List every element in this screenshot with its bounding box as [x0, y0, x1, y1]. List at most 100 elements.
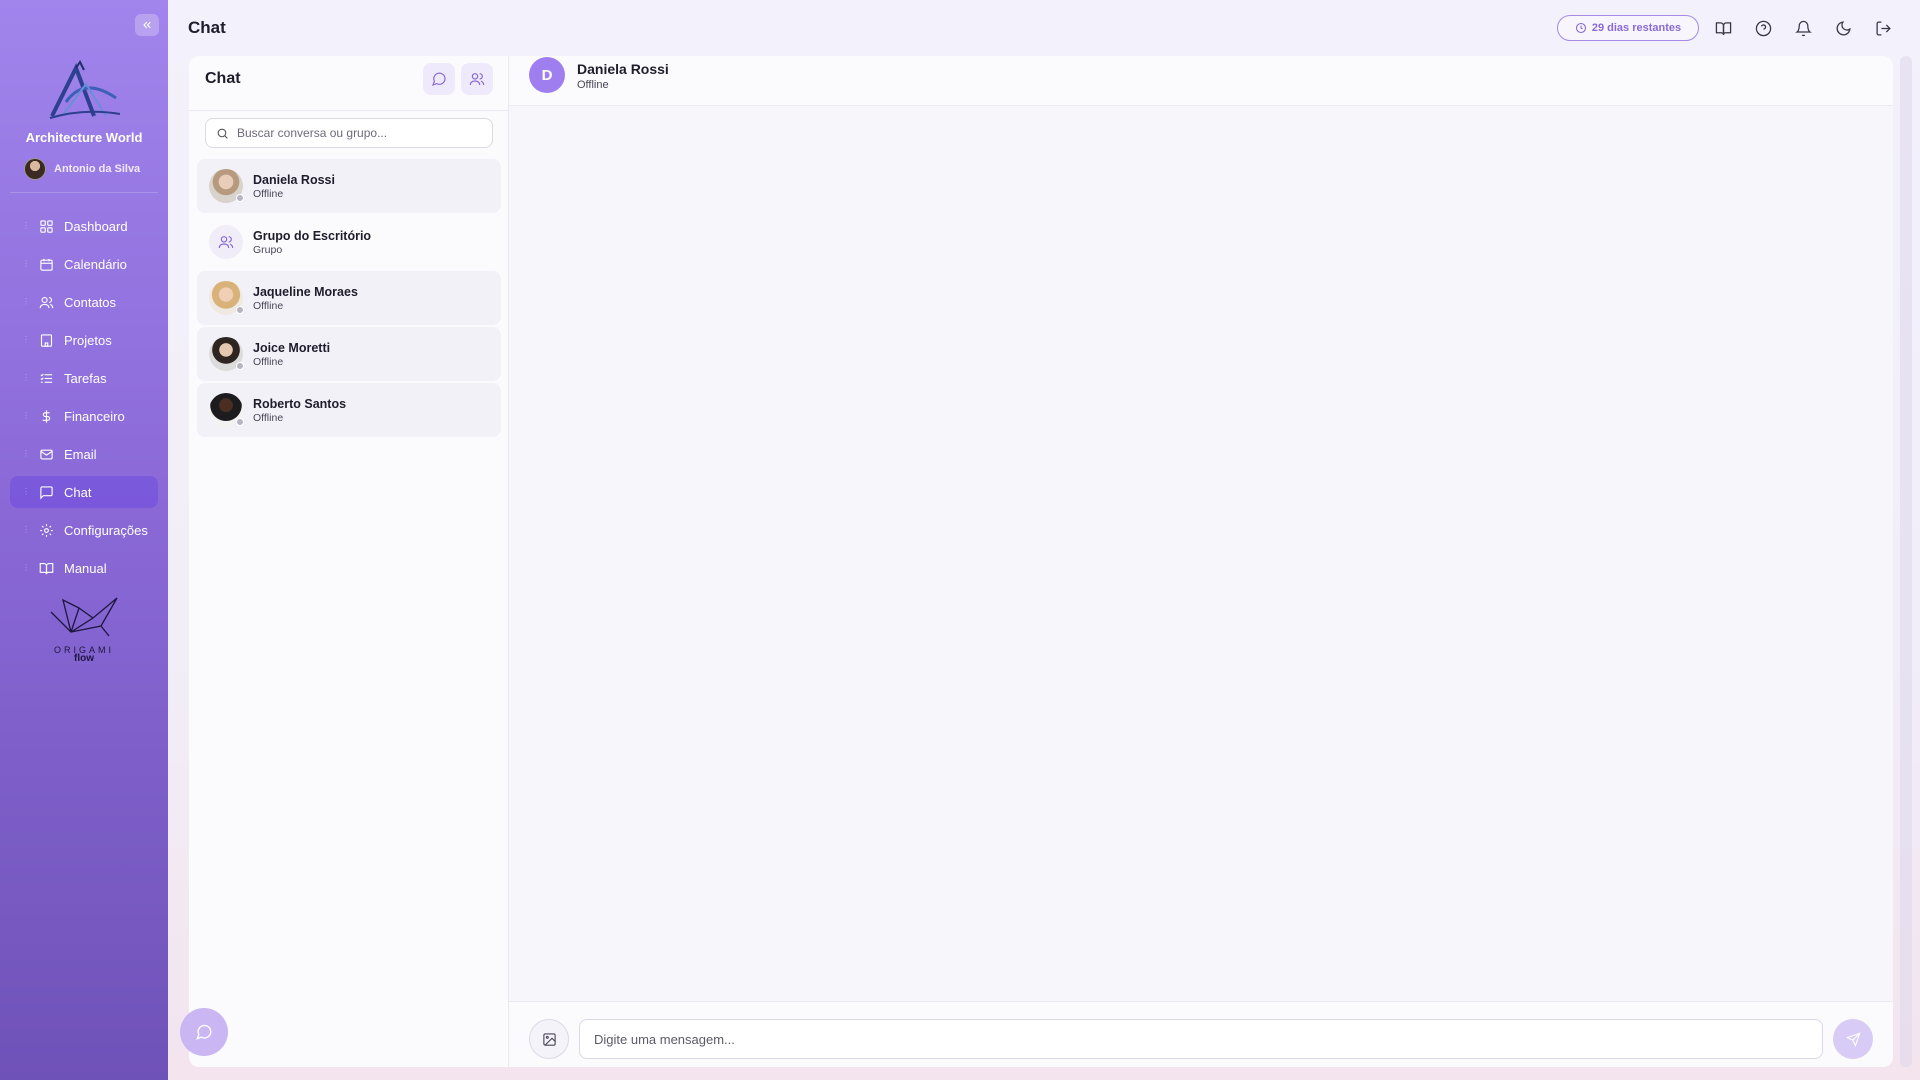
- trial-days-text: 29 dias restantes: [1591, 22, 1682, 34]
- list-icon: [38, 370, 54, 386]
- chat-header: D Daniela Rossi Offline: [509, 56, 1893, 106]
- new-chat-button[interactable]: [423, 63, 455, 95]
- sidebar-divider: [10, 192, 158, 193]
- conversation-list-panel: Chat Daniela Rossi Offline Grupo do Escr…: [189, 56, 509, 1067]
- drag-handle-icon[interactable]: ⋮: [22, 260, 30, 268]
- group-avatar: [209, 225, 243, 259]
- conversation-status: Offline: [253, 411, 284, 424]
- search-input[interactable]: [237, 126, 487, 140]
- status-indicator: [236, 418, 244, 426]
- sidebar: Architecture World Antonio da Silva ⋮ Da…: [0, 0, 168, 1080]
- user-profile[interactable]: Antonio da Silva: [24, 158, 140, 180]
- message-input[interactable]: [579, 1019, 1823, 1059]
- conversation-name: Grupo do Escritório: [253, 228, 372, 243]
- status-indicator: [236, 194, 244, 202]
- logout-icon[interactable]: [1871, 16, 1895, 40]
- sidebar-item-chat[interactable]: ⋮ Chat: [10, 476, 158, 508]
- sidebar-item-configuracoes[interactable]: ⋮ Configurações: [10, 514, 158, 546]
- building-icon: [38, 332, 54, 348]
- drag-handle-icon[interactable]: ⋮: [22, 450, 30, 458]
- sidebar-item-label: Financeiro: [64, 408, 125, 424]
- users-icon: [38, 294, 54, 310]
- conversation-list-title: Chat: [205, 70, 241, 87]
- sidebar-item-label: Calendário: [64, 256, 127, 272]
- book-icon: [38, 560, 54, 576]
- sidebar-item-label: Email: [64, 446, 97, 462]
- sidebar-item-label: Contatos: [64, 294, 117, 310]
- attach-image-button[interactable]: [529, 1019, 569, 1059]
- conversation-name: Daniela Rossi: [253, 172, 335, 187]
- chevrons-left-icon: [143, 21, 151, 29]
- architecture-world-logo: [46, 58, 122, 122]
- drag-handle-icon[interactable]: ⋮: [22, 564, 30, 572]
- mail-icon: [38, 446, 54, 462]
- conversation-status: Grupo: [253, 243, 283, 256]
- conversation-list: Daniela Rossi Offline Grupo do Escritóri…: [197, 159, 501, 439]
- sidebar-item-label: Projetos: [64, 332, 112, 348]
- sidebar-item-contatos[interactable]: ⋮ Contatos: [10, 286, 158, 318]
- avatar: [24, 158, 46, 180]
- trial-days-badge[interactable]: 29 dias restantes: [1557, 15, 1699, 41]
- sidebar-item-label: Dashboard: [64, 218, 128, 234]
- sidebar-item-label: Manual: [64, 560, 107, 576]
- sidebar-item-manual[interactable]: ⋮ Manual: [10, 552, 158, 584]
- drag-handle-icon[interactable]: ⋮: [22, 222, 30, 230]
- help-icon[interactable]: [1751, 16, 1775, 40]
- drag-handle-icon[interactable]: ⋮: [22, 488, 30, 496]
- drag-handle-icon[interactable]: ⋮: [22, 336, 30, 344]
- conversation-status: Offline: [253, 299, 284, 312]
- contact-status: Offline: [577, 79, 609, 91]
- avatar: [209, 337, 244, 371]
- book-open-icon[interactable]: [1711, 16, 1735, 40]
- sidebar-item-calendario[interactable]: ⋮ Calendário: [10, 248, 158, 280]
- sidebar-item-projetos[interactable]: ⋮ Projetos: [10, 324, 158, 356]
- sidebar-item-label: Tarefas: [64, 370, 107, 386]
- message-composer: [509, 1001, 1893, 1067]
- clock-icon: [1575, 22, 1586, 34]
- conversation-item-daniela-rossi[interactable]: Daniela Rossi Offline: [197, 159, 501, 213]
- topbar: Chat 29 dias restantes: [168, 0, 1920, 56]
- moon-icon[interactable]: [1831, 16, 1855, 40]
- scrollbar[interactable]: [1900, 56, 1912, 1067]
- sidebar-item-dashboard[interactable]: ⋮ Dashboard: [10, 210, 158, 242]
- drag-handle-icon[interactable]: ⋮: [22, 526, 30, 534]
- conversation-name: Roberto Santos: [253, 396, 347, 411]
- message-icon: [431, 72, 446, 87]
- sidebar-item-financeiro[interactable]: ⋮ Financeiro: [10, 400, 158, 432]
- new-group-button[interactable]: [461, 63, 493, 95]
- contact-avatar: D: [529, 57, 565, 93]
- conversation-status: Offline: [253, 187, 284, 200]
- users-icon: [469, 73, 485, 86]
- sidebar-item-tarefas[interactable]: ⋮ Tarefas: [10, 362, 158, 394]
- conversation-name: Jaqueline Moraes: [253, 284, 358, 299]
- image-icon: [542, 1032, 556, 1046]
- collapse-sidebar-button[interactable]: [135, 14, 159, 36]
- org-name: Architecture World: [25, 130, 143, 145]
- drag-handle-icon[interactable]: ⋮: [22, 298, 30, 306]
- divider: [189, 110, 509, 111]
- grid-icon: [38, 218, 54, 234]
- conversation-item-roberto-santos[interactable]: Roberto Santos Offline: [197, 383, 501, 437]
- drag-handle-icon[interactable]: ⋮: [22, 412, 30, 420]
- conversation-item-joice-moretti[interactable]: Joice Moretti Offline: [197, 327, 501, 381]
- conversation-item-grupo-do-escritorio[interactable]: Grupo do Escritório Grupo: [197, 215, 501, 269]
- floating-chat-button[interactable]: [180, 1008, 228, 1056]
- user-name: Antonio da Silva: [54, 163, 141, 175]
- page-title: Chat: [188, 18, 226, 37]
- status-indicator: [236, 306, 244, 314]
- crane-icon: [50, 597, 118, 637]
- bell-icon[interactable]: [1791, 16, 1815, 40]
- gear-icon: [38, 522, 54, 538]
- send-icon: [1845, 1031, 1861, 1047]
- message-circle-icon: [196, 1024, 212, 1040]
- sidebar-item-email[interactable]: ⋮ Email: [10, 438, 158, 470]
- avatar: [209, 393, 244, 427]
- conversation-item-jaqueline-moraes[interactable]: Jaqueline Moraes Offline: [197, 271, 501, 325]
- send-button[interactable]: [1833, 1019, 1873, 1059]
- users-icon: [218, 236, 234, 249]
- chat-panel: D Daniela Rossi Offline: [509, 56, 1893, 1067]
- sidebar-item-label: Chat: [64, 484, 92, 500]
- drag-handle-icon[interactable]: ⋮: [22, 374, 30, 382]
- conversation-name: Joice Moretti: [253, 340, 331, 355]
- search-field[interactable]: [205, 118, 493, 148]
